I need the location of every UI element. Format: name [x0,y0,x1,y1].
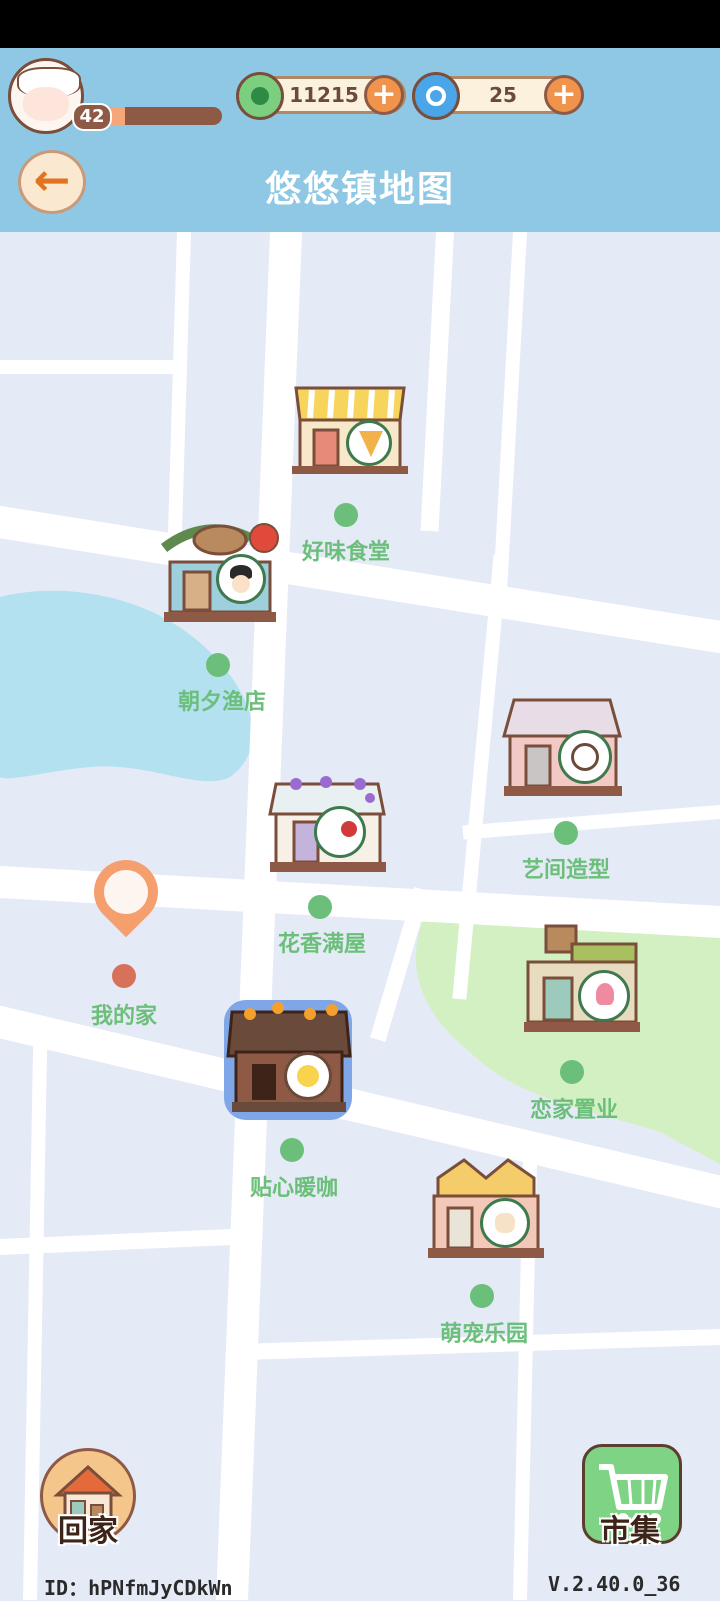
cafe-building [224,1000,352,1120]
go-home-label[interactable]: 回家 [58,1506,118,1550]
shop-tiexin[interactable] [220,996,356,1124]
version-label: V.2.40.0_36 [548,1572,681,1596]
clover-count: 11215 [289,83,359,107]
lotus-icon [578,970,630,1022]
shop-lianjia[interactable] [522,922,646,1038]
level-badge: 42 [72,103,112,131]
player-face-icon [104,870,148,914]
swirl-count: 25 [489,83,517,107]
sheep-face-icon [23,87,69,121]
shop-label-zhaoxi[interactable]: 朝夕渔店 [178,684,266,716]
shop-marker-mengchong[interactable] [470,1284,494,1308]
shop-marker-haowei[interactable] [334,503,358,527]
cat-icon [480,1198,530,1248]
shop-marker-tiexin[interactable] [280,1138,304,1162]
shop-label-tiexin[interactable]: 贴心暖咖 [250,1170,338,1202]
shop-label-haowei[interactable]: 好味食堂 [302,534,390,566]
town-map[interactable]: 好味食堂 朝夕渔店 艺间造型 花香满屋 恋家置业 贴心暖咖 萌宠乐园 我的家 [0,232,720,1600]
market-label[interactable]: 市集 [600,1506,660,1550]
shop-yijian[interactable] [500,690,628,800]
add-clover-button[interactable]: + [364,75,404,115]
xp-progress-bar [104,107,222,125]
shop-label-huaxiang[interactable]: 花香满屋 [278,926,366,958]
pizza-icon [346,420,392,466]
shop-marker-zhaoxi[interactable] [206,653,230,677]
shop-label-mengchong[interactable]: 萌宠乐园 [440,1316,528,1348]
clover-icon [236,72,284,120]
sunny-egg-icon [284,1052,332,1100]
rose-icon [314,806,366,858]
fisherman-icon [216,554,266,604]
page-title: 悠悠镇地图 [264,169,455,210]
shop-huaxiang[interactable] [266,764,390,876]
shop-marker-lianjia[interactable] [560,1060,584,1084]
shop-label-lianjia[interactable]: 恋家置业 [530,1092,618,1124]
home-marker[interactable] [112,964,136,988]
user-id: ID：hPNfmJyCDkWn [44,1576,233,1600]
stylist-icon [558,730,612,784]
shop-marker-huaxiang[interactable] [308,895,332,919]
shop-marker-yijian[interactable] [554,821,578,845]
shop-haowei[interactable] [292,378,412,478]
status-bar [0,0,720,48]
shop-label-yijian[interactable]: 艺间造型 [522,852,610,884]
shop-zhaoxi[interactable] [160,518,280,630]
swirl-icon [412,72,460,120]
add-swirl-button[interactable]: + [544,75,584,115]
home-label[interactable]: 我的家 [91,998,157,1030]
shop-mengchong[interactable] [424,1156,548,1266]
